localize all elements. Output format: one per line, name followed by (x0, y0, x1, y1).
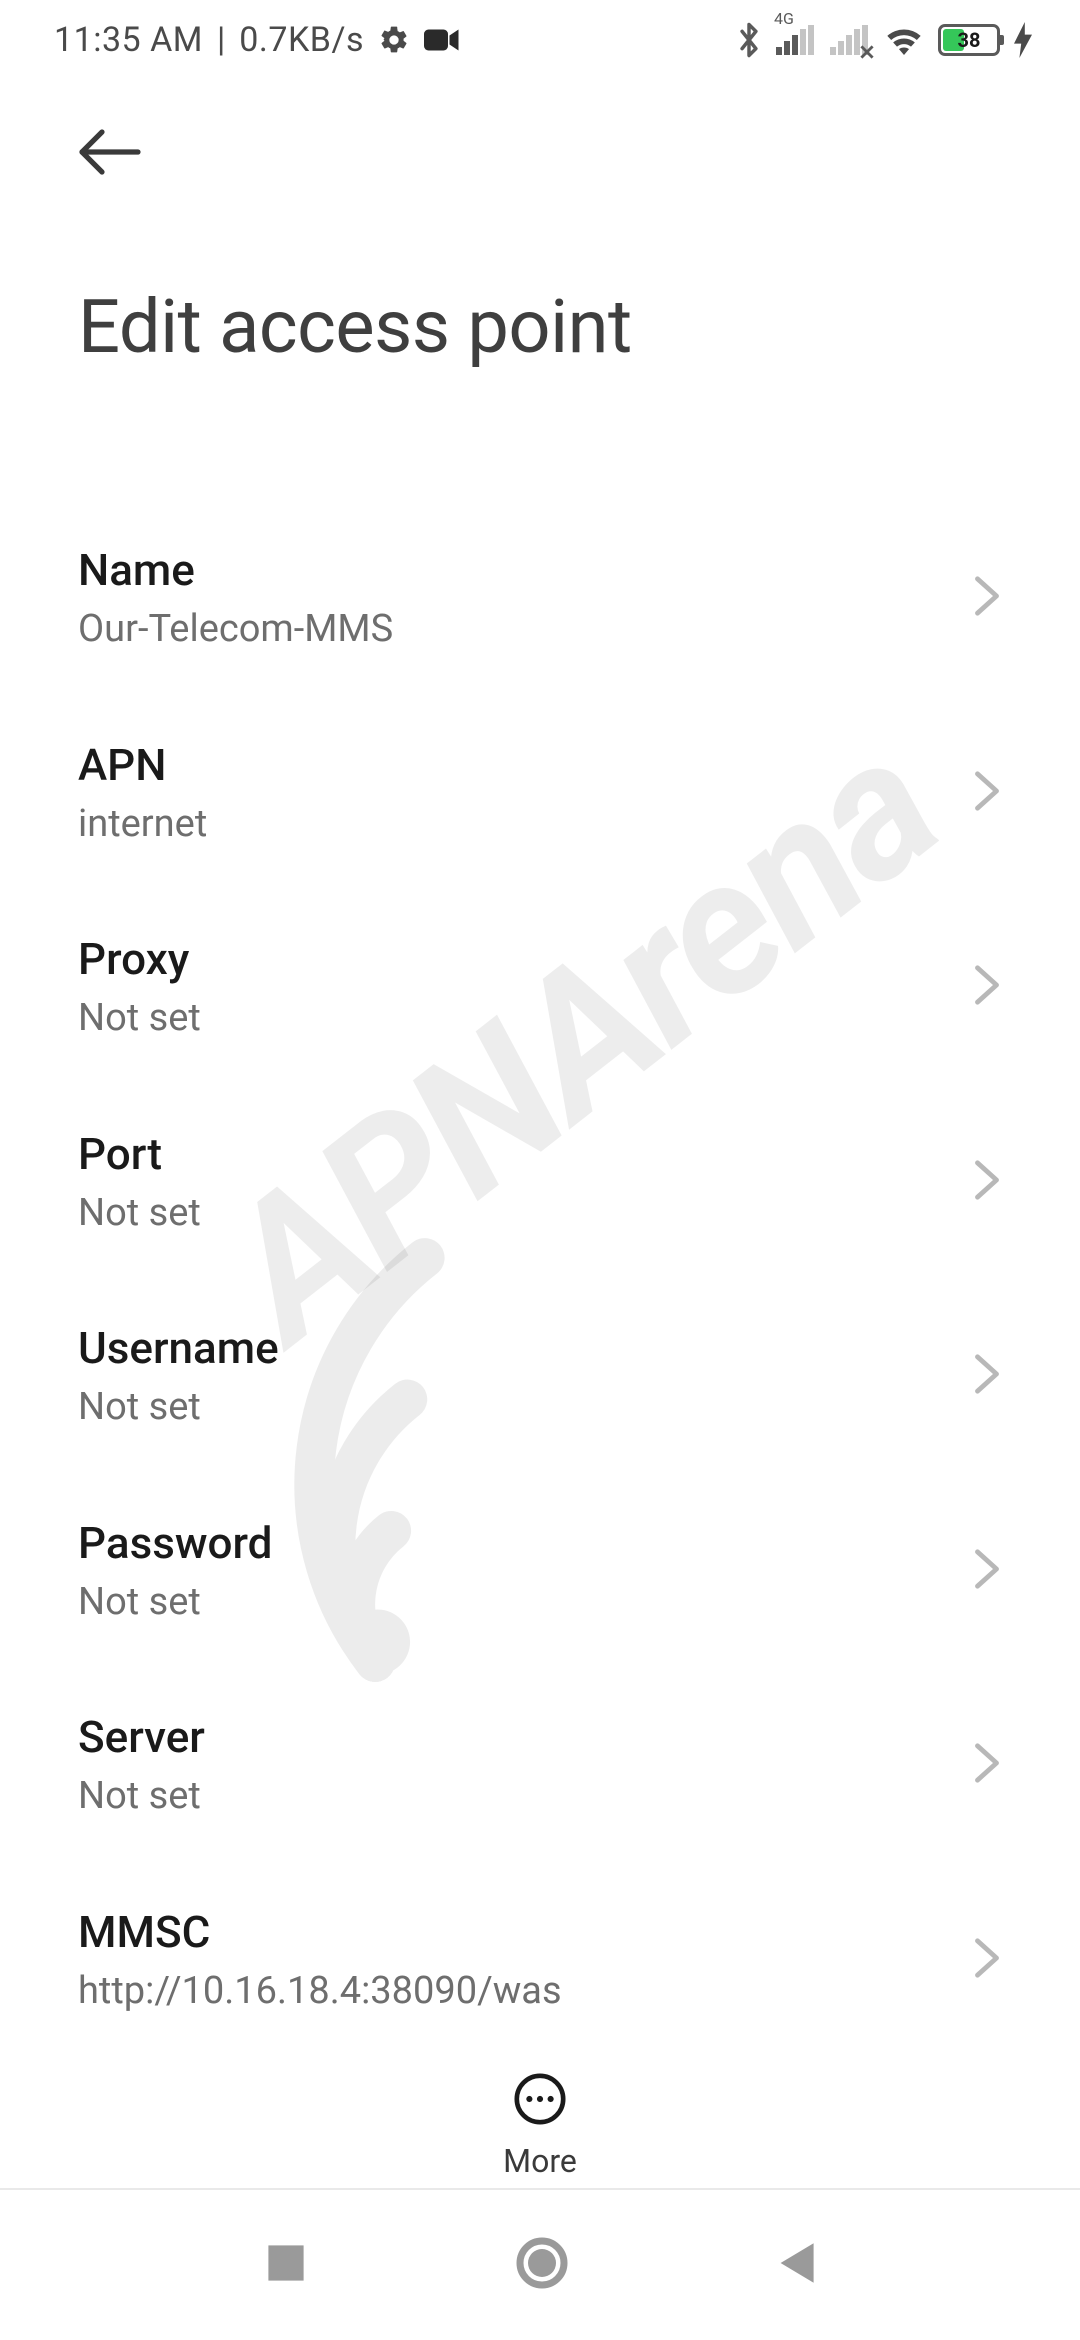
more-label: More (503, 2142, 577, 2180)
chevron-right-icon (972, 1548, 1002, 1594)
row-name[interactable]: Name Our-Telecom-MMS (0, 501, 1080, 696)
chevron-right-icon (972, 1937, 1002, 1983)
row-value: Not set (78, 1579, 272, 1627)
row-value: Not set (78, 995, 201, 1043)
row-label: Password (78, 1516, 272, 1571)
nav-recents-button[interactable] (264, 2241, 308, 2289)
row-value: http://10.16.18.4:38090/was (78, 1968, 562, 2016)
row-value: Our-Telecom-MMS (78, 606, 393, 654)
row-label: Port (78, 1127, 201, 1182)
row-label: Name (78, 543, 393, 598)
back-button[interactable] (70, 120, 150, 184)
chevron-right-icon (972, 1353, 1002, 1399)
row-value: Not set (78, 1384, 279, 1432)
row-label: Server (78, 1710, 205, 1765)
row-mmsc[interactable]: MMSC http://10.16.18.4:38090/was (0, 1863, 1080, 2058)
chevron-right-icon (972, 575, 1002, 621)
row-port[interactable]: Port Not set (0, 1085, 1080, 1280)
row-label: Proxy (78, 932, 201, 987)
nav-back-button[interactable] (776, 2241, 816, 2289)
chevron-right-icon (972, 1742, 1002, 1788)
wifi-icon (884, 24, 924, 56)
more-icon (511, 2070, 569, 2132)
row-label: MMSC (78, 1905, 562, 1960)
row-server[interactable]: Server Not set (0, 1668, 1080, 1863)
chevron-right-icon (972, 770, 1002, 816)
row-label: Username (78, 1321, 279, 1376)
row-value: internet (78, 801, 207, 849)
gear-icon (378, 24, 410, 56)
battery-icon: 38 (938, 24, 1000, 56)
row-label: APN (78, 738, 207, 793)
row-proxy[interactable]: Proxy Not set (0, 890, 1080, 1085)
status-bar: 11:35 AM | 0.7KB/s 4G 38 (0, 0, 1080, 80)
signal-sim2-icon (830, 25, 870, 55)
chevron-right-icon (972, 964, 1002, 1010)
system-nav-bar (0, 2190, 1080, 2340)
row-value: Not set (78, 1190, 201, 1238)
status-net-speed: 0.7KB/s (239, 20, 364, 60)
status-time: 11:35 AM (54, 20, 203, 60)
chevron-right-icon (972, 1159, 1002, 1205)
page-title: Edit access point (78, 284, 1002, 371)
settings-list: Name Our-Telecom-MMS APN internet Proxy … (0, 501, 1080, 2080)
row-username[interactable]: Username Not set (0, 1279, 1080, 1474)
row-apn[interactable]: APN internet (0, 696, 1080, 891)
row-password[interactable]: Password Not set (0, 1474, 1080, 1669)
videocam-icon (424, 26, 460, 54)
signal-sim1-icon: 4G (776, 25, 816, 55)
charging-icon (1014, 22, 1032, 58)
bluetooth-icon (736, 21, 762, 59)
status-separator: | (217, 20, 225, 60)
more-button[interactable]: More (503, 2070, 577, 2180)
nav-home-button[interactable] (516, 2237, 568, 2293)
row-value: Not set (78, 1773, 205, 1821)
